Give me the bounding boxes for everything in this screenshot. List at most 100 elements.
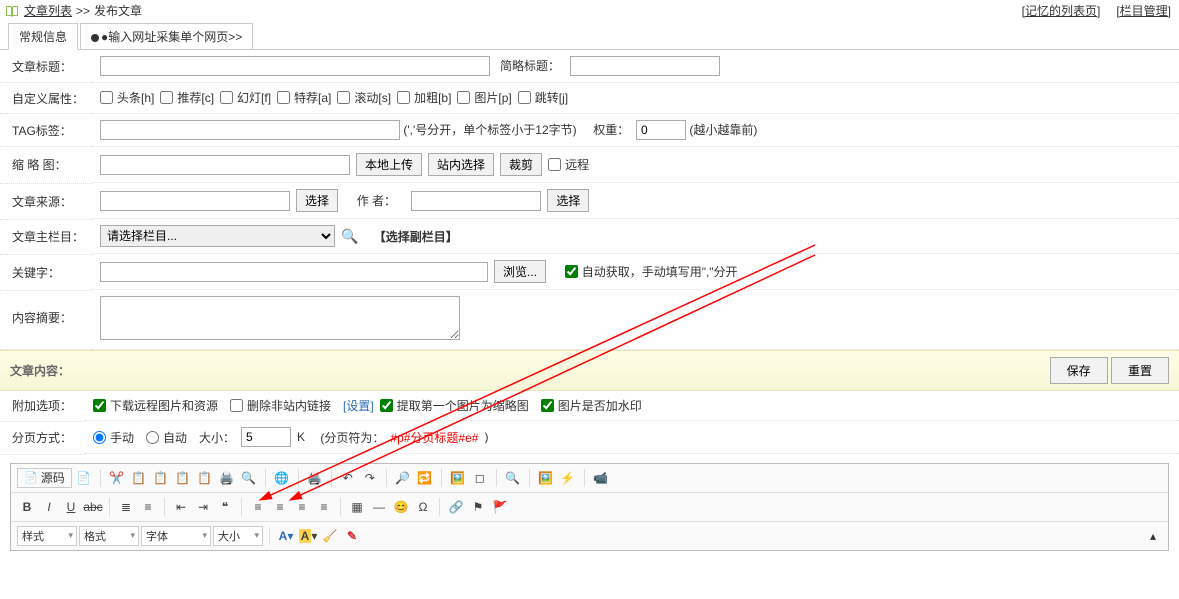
bg-color-icon[interactable]: A▾ [298,526,318,546]
chk-attr-bold[interactable] [397,91,410,104]
anchor-icon[interactable]: 🚩 [490,497,510,517]
italic-icon[interactable]: I [39,497,59,517]
ol-icon[interactable]: ≣ [116,497,136,517]
btn-local-upload[interactable]: 本地上传 [356,153,422,176]
radio-auto[interactable] [146,431,159,444]
short-title-input[interactable] [570,56,720,76]
keywords-input[interactable] [100,262,488,282]
flash-icon[interactable]: ⚡ [558,468,578,488]
align-left-icon[interactable]: ≡ [248,497,268,517]
paste-icon[interactable]: 📋 [151,468,171,488]
select-all-icon[interactable]: ◻ [470,468,490,488]
underline-icon[interactable]: U [61,497,81,517]
printer-icon[interactable]: 🖨️ [305,468,325,488]
main-col-select[interactable]: 请选择栏目... [100,225,335,247]
summary-textarea[interactable] [100,296,460,340]
blockquote-icon[interactable]: ❝ [215,497,235,517]
breadcrumb-list-link[interactable]: 文章列表 [24,2,72,19]
chk-attr-jump[interactable] [518,91,531,104]
link-column-mgmt[interactable]: [栏目管理] [1116,2,1171,19]
weight-label: 权重： [593,123,629,137]
globe-icon[interactable]: 🌐 [272,468,292,488]
table-icon[interactable]: ▦ [347,497,367,517]
strike-icon[interactable]: abc [83,497,103,517]
btn-browse[interactable]: 浏览... [494,260,546,283]
link-icon[interactable]: 🔗 [446,497,466,517]
editor-toolbar-row3: 样式 格式 字体 大小 A▾ A▾ 🧹 ✎ ▴ [11,522,1168,550]
btn-newpage-icon[interactable]: 📄 [74,468,94,488]
chk-attr-recommend[interactable] [160,91,173,104]
chk-watermark[interactable] [541,399,554,412]
paste-word-icon[interactable]: 📋 [195,468,215,488]
btn-crop[interactable]: 裁剪 [500,153,542,176]
align-right-icon[interactable]: ≡ [292,497,312,517]
tab-basic[interactable]: 常规信息 [8,23,78,50]
author-input[interactable] [411,191,541,211]
zoom-icon[interactable]: 🔍 [503,468,523,488]
find-icon[interactable]: 🔎 [393,468,413,488]
source-label: 文章来源： [0,183,92,219]
replace-icon[interactable]: 🔁 [415,468,435,488]
page-title-hint-pre: (分页符为： [320,429,384,446]
unlink-icon[interactable]: ⚑ [468,497,488,517]
indent-icon[interactable]: ⇥ [193,497,213,517]
hr-icon[interactable]: — [369,497,389,517]
print-icon[interactable]: 🖨️ [217,468,237,488]
cut-icon[interactable]: ✂️ [107,468,127,488]
picture-icon[interactable]: 🖼️ [536,468,556,488]
chk-attr-slide[interactable] [220,91,233,104]
btn-source-select[interactable]: 选择 [296,189,338,212]
btn-reset[interactable]: 重置 [1111,357,1169,384]
redo-icon[interactable]: ↷ [360,468,380,488]
thumb-input[interactable] [100,155,350,175]
opt-del-ext-cfg[interactable]: [设置] [343,397,374,414]
video-icon[interactable]: 📹 [591,468,611,488]
size-select[interactable]: 大小 [213,526,263,546]
text-color-icon[interactable]: A▾ [276,526,296,546]
btn-site-select[interactable]: 站内选择 [428,153,494,176]
image-icon[interactable]: 🖼️ [448,468,468,488]
undo-icon[interactable]: ↶ [338,468,358,488]
ul-icon[interactable]: ≡ [138,497,158,517]
btn-save[interactable]: 保存 [1050,357,1108,384]
bold-icon[interactable]: B [17,497,37,517]
preview-icon[interactable]: 🔍 [239,468,259,488]
chk-attr-headline[interactable] [100,91,113,104]
attr-headline-label: 头条[h] [117,89,154,106]
chk-attr-special[interactable] [277,91,290,104]
format-select[interactable]: 格式 [79,526,139,546]
source-input[interactable] [100,191,290,211]
outdent-icon[interactable]: ⇤ [171,497,191,517]
page-size-input[interactable] [241,427,291,447]
btn-source[interactable]: 📄 源码 [17,468,72,488]
title-input[interactable] [100,56,490,76]
style-select[interactable]: 样式 [17,526,77,546]
collapse-icon[interactable]: ▴ [1150,529,1162,543]
font-select[interactable]: 字体 [141,526,211,546]
chk-extract-first[interactable] [380,399,393,412]
search-icon[interactable]: 🔍 [341,228,358,245]
chk-auto-keywords[interactable] [565,265,578,278]
weight-input[interactable] [636,120,686,140]
link-memory-list[interactable]: [记忆的列表页] [1022,2,1101,19]
paste-text-icon[interactable]: 📋 [173,468,193,488]
chk-remote[interactable] [548,158,561,171]
chk-del-ext[interactable] [230,399,243,412]
tabs: 常规信息 ●输入网址采集单个网页>> [0,23,1179,50]
align-justify-icon[interactable]: ≡ [314,497,334,517]
chk-attr-image[interactable] [457,91,470,104]
smiley-icon[interactable]: 😊 [391,497,411,517]
btn-author-select[interactable]: 选择 [547,189,589,212]
radio-manual[interactable] [93,431,106,444]
highlight-icon[interactable]: ✎ [342,526,362,546]
chk-dl-remote[interactable] [93,399,106,412]
sub-col-link[interactable]: 【选择副栏目】 [374,228,458,245]
specialchar-icon[interactable]: Ω [413,497,433,517]
align-center-icon[interactable]: ≡ [270,497,290,517]
eraser-icon[interactable]: 🧹 [320,526,340,546]
attr-image-label: 图片[p] [474,89,511,106]
chk-attr-scroll[interactable] [337,91,350,104]
tab-collect[interactable]: ●输入网址采集单个网页>> [80,23,253,50]
copy-icon[interactable]: 📋 [129,468,149,488]
tags-input[interactable] [100,120,400,140]
